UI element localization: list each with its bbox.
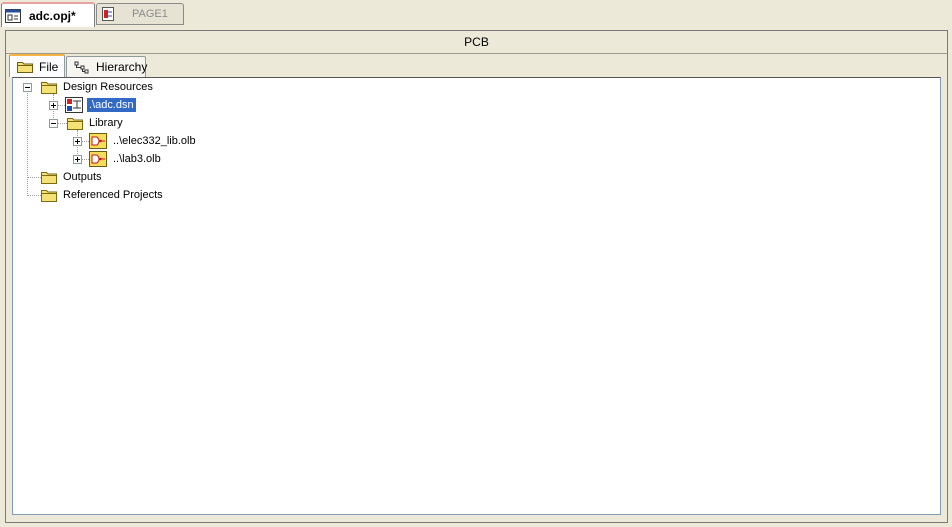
tree-item-referenced-projects[interactable]: Referenced Projects [41,186,165,204]
tab-label: Hierarchy [96,60,148,74]
tab-file[interactable]: File [9,54,65,77]
expand-toggle[interactable] [73,155,82,164]
tree-line [27,177,41,178]
tab-hierarchy[interactable]: Hierarchy [66,56,148,77]
tree-item-library-file[interactable]: ..\elec332_lib.olb [89,132,198,150]
tab-label: File [39,59,59,74]
expand-toggle[interactable] [49,101,58,110]
tree-line [27,195,41,196]
collapse-toggle[interactable] [23,83,32,92]
tree-item-label: Outputs [63,171,102,183]
project-window-icon [5,8,21,23]
tree-item-design-resources[interactable]: Design Resources [41,78,155,96]
tree-item-label: ..\elec332_lib.olb [113,135,196,147]
collapse-toggle[interactable] [49,119,58,128]
document-tab-strip: adc.opj* PAGE1 [0,0,952,28]
folder-icon [17,62,33,73]
tree-item-label: Referenced Projects [63,189,163,201]
tree-item-library[interactable]: Library [67,114,125,132]
tab-adc-opj[interactable]: adc.opj* [1,2,95,27]
tree-item-label: Design Resources [63,81,153,93]
expand-toggle[interactable] [73,137,82,146]
tree-item-design-file[interactable]: .\adc.dsn [65,96,136,114]
folder-icon [41,171,57,184]
tab-page1[interactable]: PAGE1 [96,3,184,25]
library-file-icon [89,133,107,149]
tab-label: adc.opj* [29,8,76,23]
tree-item-label: Library [89,117,123,129]
tree-item-outputs[interactable]: Outputs [41,168,104,186]
folder-icon [67,117,83,130]
library-file-icon [89,151,107,167]
schematic-page-icon [102,7,114,21]
design-file-icon [65,97,83,113]
project-manager-window: PCB File Hierarchy Design Resources .\ad… [5,30,948,523]
file-tree-view[interactable]: Design Resources .\adc.dsn Library ..\el… [12,77,941,515]
tree-item-library-file[interactable]: ..\lab3.olb [89,150,163,168]
tree-line [27,88,28,196]
panel-title: PCB [6,31,947,54]
folder-icon [41,189,57,202]
hierarchy-icon [74,61,89,73]
tree-item-label: .\adc.dsn [87,98,136,112]
tree-item-label: ..\lab3.olb [113,153,161,165]
tab-label: PAGE1 [132,8,168,20]
folder-icon [41,81,57,94]
